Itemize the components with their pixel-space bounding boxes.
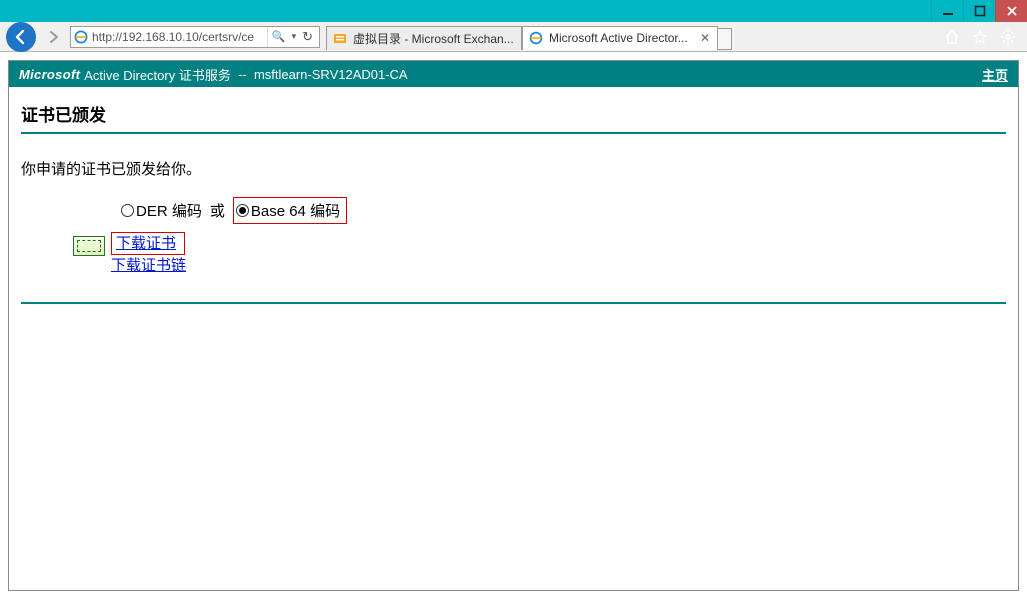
tab-label: Microsoft Active Director...: [549, 31, 688, 45]
page-viewport: Microsoft Active Directory 证书服务 -- msftl…: [8, 60, 1019, 591]
nav-back-button[interactable]: [6, 22, 36, 52]
address-bar[interactable]: 🔍 ▾ ↻: [70, 26, 320, 48]
browser-tabs: 虚拟目录 - Microsoft Exchan... Microsoft Act…: [326, 24, 732, 50]
window-maximize-button[interactable]: [963, 0, 995, 22]
download-links: 下载证书 下载证书链: [111, 232, 186, 276]
arrow-left-icon: [12, 28, 30, 46]
close-icon: [1006, 5, 1018, 17]
window-controls: [931, 0, 1027, 22]
address-controls: 🔍 ▾ ↻: [267, 27, 317, 47]
certificate-icon: [73, 236, 105, 256]
divider: [21, 302, 1006, 304]
radio-base64-label: Base 64 编码: [251, 200, 340, 221]
home-link[interactable]: 主页: [982, 65, 1008, 84]
issued-note: 你申请的证书已颁发给你。: [21, 158, 1006, 179]
favorites-star-icon[interactable]: [971, 28, 989, 46]
radio-base64-highlight: Base 64 编码: [233, 197, 347, 224]
maximize-icon: [974, 5, 986, 17]
encoding-options: DER 编码 或 Base 64 编码: [121, 197, 1006, 224]
search-icon[interactable]: 🔍: [272, 30, 286, 43]
tab-label: 虚拟目录 - Microsoft Exchan...: [353, 30, 514, 47]
tab-adcs[interactable]: Microsoft Active Director... ✕: [522, 26, 718, 50]
ie-favicon-icon: [73, 29, 89, 45]
ca-name: msftlearn-SRV12AD01-CA: [254, 67, 408, 82]
address-input[interactable]: [92, 30, 264, 44]
dropdown-icon[interactable]: ▾: [292, 31, 297, 42]
download-cert-highlight: 下载证书: [111, 232, 185, 255]
separator: --: [231, 67, 254, 82]
tab-exchange[interactable]: 虚拟目录 - Microsoft Exchan...: [326, 26, 522, 50]
tab-close-button[interactable]: ✕: [698, 31, 712, 45]
radio-icon: [236, 204, 249, 217]
page-body: 证书已颁发 你申请的证书已颁发给你。 DER 编码 或 Base 64 编码 下…: [9, 87, 1018, 318]
download-certificate-link[interactable]: 下载证书: [116, 235, 176, 252]
home-icon[interactable]: [943, 28, 961, 46]
nav-forward-button[interactable]: [40, 25, 68, 49]
browser-toolbar: 🔍 ▾ ↻ 虚拟目录 - Microsoft Exchan... Microso…: [0, 22, 1027, 52]
or-label: 或: [210, 200, 225, 221]
radio-icon: [121, 204, 134, 217]
window-minimize-button[interactable]: [931, 0, 963, 22]
new-tab-button[interactable]: [718, 28, 732, 50]
download-certificate-chain-link[interactable]: 下载证书链: [111, 255, 186, 276]
refresh-icon[interactable]: ↻: [302, 29, 313, 45]
product-label: Active Directory 证书服务: [84, 65, 231, 84]
adcs-banner: Microsoft Active Directory 证书服务 -- msftl…: [9, 61, 1018, 87]
download-row: 下载证书 下载证书链: [73, 232, 1006, 276]
brand-label: Microsoft: [19, 67, 80, 82]
window-close-button[interactable]: [995, 0, 1027, 22]
exchange-favicon-icon: [332, 30, 348, 46]
toolbar-right-icons: [943, 28, 1023, 46]
page-heading: 证书已颁发: [21, 101, 1006, 134]
gear-icon[interactable]: [999, 28, 1017, 46]
ie-favicon-icon: [528, 30, 544, 46]
minimize-icon: [942, 5, 954, 17]
radio-der-label: DER 编码: [136, 200, 202, 221]
window-titlebar: [0, 0, 1027, 22]
radio-der[interactable]: DER 编码: [121, 200, 202, 221]
radio-base64[interactable]: Base 64 编码: [236, 200, 340, 221]
arrow-right-icon: [47, 30, 61, 44]
